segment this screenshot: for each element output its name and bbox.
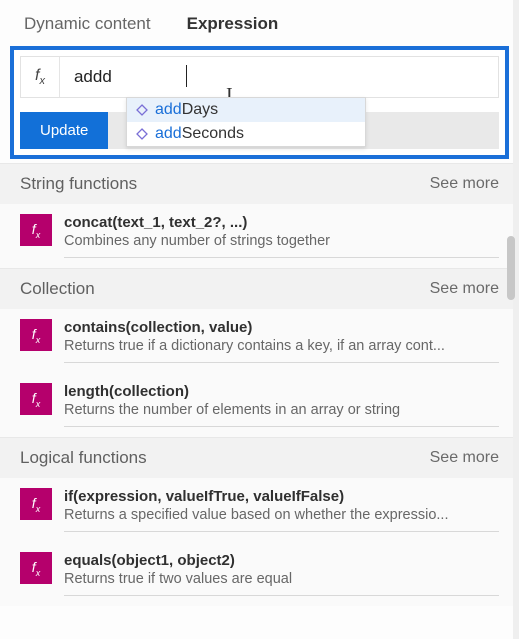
- see-more-link[interactable]: See more: [430, 280, 499, 298]
- text-caret: [186, 65, 187, 87]
- method-icon: [135, 127, 149, 141]
- function-description: Returns true if two values are equal: [64, 571, 499, 587]
- expression-input[interactable]: [60, 57, 498, 97]
- function-length[interactable]: fx length(collection) Returns the number…: [0, 373, 519, 437]
- tab-dynamic-content[interactable]: Dynamic content: [24, 14, 151, 34]
- tab-expression[interactable]: Expression: [187, 14, 279, 34]
- function-signature: contains(collection, value): [64, 319, 499, 336]
- function-description: Returns a specified value based on wheth…: [64, 507, 499, 523]
- fx-icon: fx: [20, 383, 52, 415]
- function-signature: length(collection): [64, 383, 499, 400]
- section-header-logical: Logical functions See more: [0, 437, 519, 478]
- vertical-scrollbar[interactable]: [507, 236, 515, 300]
- function-signature: if(expression, valueIfTrue, valueIfFalse…: [64, 488, 499, 505]
- function-equals[interactable]: fx equals(object1, object2) Returns true…: [0, 542, 519, 606]
- fx-icon: fx: [20, 214, 52, 246]
- function-description: Returns the number of elements in an arr…: [64, 402, 499, 418]
- function-contains[interactable]: fx contains(collection, value) Returns t…: [0, 309, 519, 373]
- fx-icon: fx: [20, 488, 52, 520]
- function-sections: String functions See more fx concat(text…: [0, 159, 519, 610]
- section-title: Collection: [20, 279, 95, 299]
- function-body: contains(collection, value) Returns true…: [64, 319, 499, 363]
- section-header-collection: Collection See more: [0, 268, 519, 309]
- expression-input-row: fx: [20, 56, 499, 98]
- autocomplete-item-adddays[interactable]: addDays: [127, 98, 365, 122]
- section-title: String functions: [20, 174, 137, 194]
- tabs: Dynamic content Expression: [0, 0, 519, 46]
- see-more-link[interactable]: See more: [430, 449, 499, 467]
- autocomplete-popup: addDays addSeconds: [126, 97, 366, 147]
- function-concat[interactable]: fx concat(text_1, text_2?, ...) Combines…: [0, 204, 519, 268]
- autocomplete-item-addseconds[interactable]: addSeconds: [127, 122, 365, 146]
- function-description: Returns true if a dictionary contains a …: [64, 338, 499, 354]
- function-body: equals(object1, object2) Returns true if…: [64, 552, 499, 596]
- function-body: concat(text_1, text_2?, ...) Combines an…: [64, 214, 499, 258]
- method-icon: [135, 103, 149, 117]
- right-edge: [513, 0, 519, 639]
- expression-editor: fx I addDays addSeconds Update: [10, 46, 509, 159]
- fx-icon: fx: [20, 319, 52, 351]
- function-body: if(expression, valueIfTrue, valueIfFalse…: [64, 488, 499, 532]
- section-header-string: String functions See more: [0, 163, 519, 204]
- see-more-link[interactable]: See more: [430, 175, 499, 193]
- function-signature: concat(text_1, text_2?, ...): [64, 214, 499, 231]
- fx-icon: fx: [21, 57, 60, 97]
- function-if[interactable]: fx if(expression, valueIfTrue, valueIfFa…: [0, 478, 519, 542]
- update-button[interactable]: Update: [20, 112, 108, 149]
- function-signature: equals(object1, object2): [64, 552, 499, 569]
- function-description: Combines any number of strings together: [64, 233, 499, 249]
- fx-icon: fx: [20, 552, 52, 584]
- function-body: length(collection) Returns the number of…: [64, 383, 499, 427]
- expression-input-wrap: [60, 57, 498, 97]
- expression-panel: Dynamic content Expression fx I addDays: [0, 0, 519, 639]
- section-title: Logical functions: [20, 448, 147, 468]
